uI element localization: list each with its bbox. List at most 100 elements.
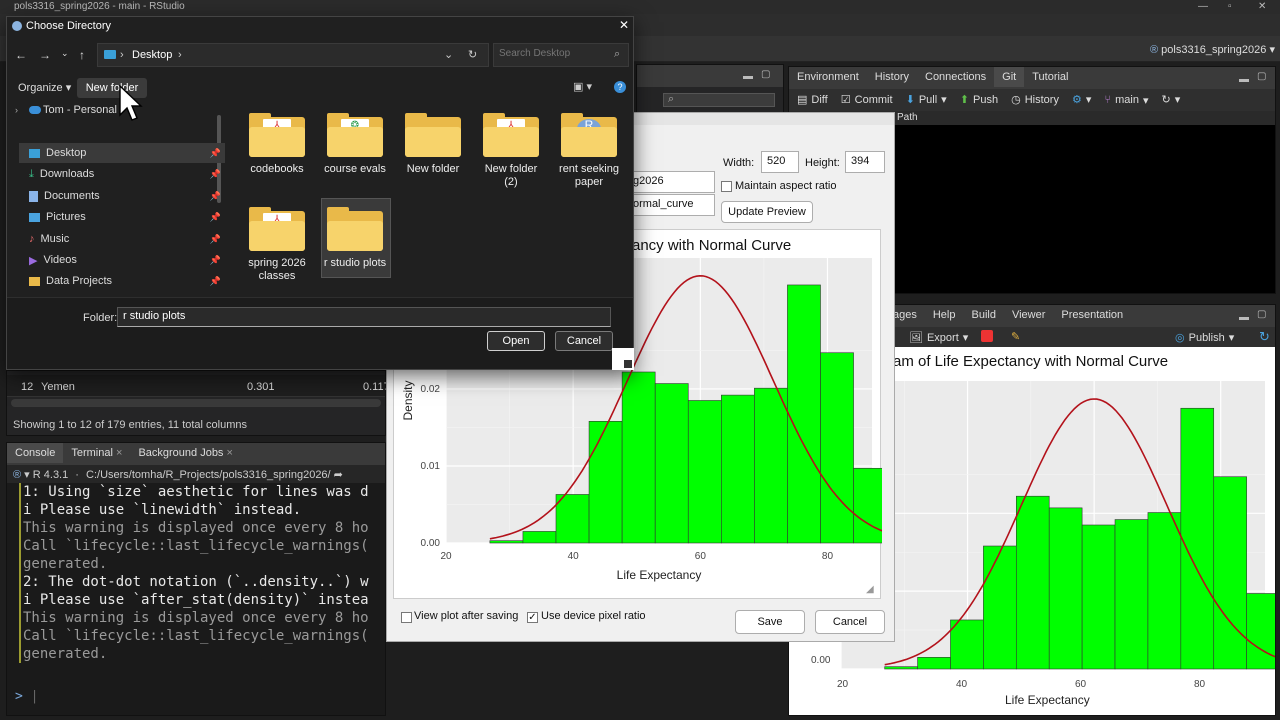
commit-button[interactable]: ☑ Commit — [841, 93, 893, 107]
working-directory[interactable]: C:/Users/tomha/R_Projects/pols3316_sprin… — [86, 469, 331, 481]
clock-icon: ◷ — [1011, 94, 1021, 106]
path-column-header: Path — [897, 112, 918, 123]
tab-help[interactable]: Help — [925, 305, 964, 325]
tab-history[interactable]: History — [867, 67, 917, 87]
tab-viewer[interactable]: Viewer — [1004, 305, 1053, 325]
push-button[interactable]: ⬆ Push — [960, 93, 998, 107]
expand-chevron-icon[interactable]: › — [15, 105, 18, 115]
history-button[interactable]: ◷ History — [1011, 93, 1059, 107]
folder-item-selected[interactable]: r studio plots — [323, 207, 387, 270]
folder-input[interactable]: r studio plots — [117, 307, 611, 327]
histogram-bar — [1213, 476, 1247, 670]
update-preview-button[interactable]: Update Preview — [721, 201, 813, 223]
tab-background-jobs[interactable]: Background Jobs × — [130, 443, 241, 463]
tab-terminal[interactable]: Terminal × — [63, 443, 130, 463]
minimize-icon[interactable]: ▬ — [1239, 312, 1249, 323]
tab-connections[interactable]: Connections — [917, 67, 994, 87]
filename-field[interactable]: ormal_curve — [627, 194, 715, 216]
project-menu[interactable]: ® pols3316_spring2026 ▾ — [1150, 43, 1275, 56]
minimize-icon[interactable]: — — [1198, 1, 1208, 12]
minimize-icon[interactable]: ▬ — [1239, 74, 1249, 85]
view-after-saving-label: View plot after saving — [414, 610, 519, 622]
x-axis-label: Life Expectancy — [1005, 693, 1090, 707]
histogram-bar — [721, 394, 755, 544]
maximize-icon[interactable]: ▫ — [1228, 1, 1232, 12]
search-input[interactable]: ⌕ — [663, 93, 775, 107]
sidebar-item-documents[interactable]: Documents 📌 — [19, 186, 225, 206]
close-icon[interactable]: × — [116, 447, 122, 459]
maintain-aspect-checkbox[interactable] — [721, 181, 732, 192]
histogram-bar — [884, 666, 918, 670]
maximize-icon[interactable]: ▢ — [761, 69, 770, 80]
tab-build[interactable]: Build — [963, 305, 1003, 325]
back-arrow-icon[interactable]: ← — [15, 48, 27, 62]
folder-item[interactable]: ⅄ codebooks — [245, 113, 309, 176]
view-after-saving-checkbox[interactable] — [401, 612, 412, 623]
export-menu[interactable]: 🖼 Export ▾ — [909, 331, 968, 345]
breadcrumb-desktop[interactable]: Desktop — [132, 49, 172, 61]
up-arrow-icon[interactable]: ↑ — [79, 48, 85, 62]
maximize-icon[interactable]: ▢ — [1257, 309, 1266, 320]
x-tick-label: 80 — [822, 551, 834, 562]
address-bar[interactable]: › Desktop › ⌄ ↻ — [97, 43, 489, 67]
cancel-button[interactable]: Cancel — [555, 331, 613, 351]
close-icon[interactable]: × — [227, 447, 233, 459]
cancel-button[interactable]: Cancel — [815, 610, 885, 634]
tab-presentation[interactable]: Presentation — [1053, 305, 1131, 325]
refresh-icon[interactable]: ↻ — [468, 48, 477, 61]
tab-console[interactable]: Console — [7, 443, 64, 463]
folder-item[interactable]: New folder — [401, 113, 465, 176]
search-input[interactable] — [499, 48, 609, 59]
table-row[interactable]: 12 Yemen 0.301 0.117 — [7, 375, 390, 397]
sidebar-item-pictures[interactable]: Pictures 📌 — [19, 207, 225, 227]
refresh-icon: ↻ — [1161, 94, 1171, 106]
console-prompt[interactable]: > | — [15, 689, 38, 704]
folder-item[interactable]: R rent seeking paper — [557, 113, 621, 189]
publish-menu[interactable]: ◎ Publish ▾ — [1175, 331, 1234, 345]
tab-git[interactable]: Git — [994, 67, 1025, 87]
directory-field[interactable]: g2026 — [627, 171, 715, 193]
pull-button[interactable]: ⬇ Pull ▾ — [906, 93, 947, 107]
height-input[interactable]: 394 — [845, 151, 885, 173]
refresh-button[interactable]: ↻ ▾ — [1162, 93, 1181, 106]
save-button[interactable]: Save — [735, 610, 805, 634]
sidebar-item-downloads[interactable]: ⤓ Downloads 📌 — [19, 164, 225, 184]
device-pixel-ratio-checkbox[interactable]: ✓ — [527, 612, 538, 623]
onedrive-personal[interactable]: Tom - Personal — [43, 104, 117, 116]
delete-plot-icon[interactable] — [981, 330, 993, 342]
resize-grip-icon[interactable]: ◢ — [866, 584, 874, 595]
branch-menu[interactable]: ⑂ main ▾ — [1105, 94, 1149, 107]
close-icon[interactable]: ✕ — [1258, 1, 1266, 12]
help-icon[interactable]: ? — [614, 81, 626, 93]
refresh-icon[interactable]: ↻ — [1259, 329, 1270, 345]
broom-icon[interactable]: ✎ — [1011, 330, 1020, 343]
open-button[interactable]: Open — [487, 331, 545, 351]
diff-button[interactable]: ▤ Diff — [797, 93, 828, 107]
folder-item[interactable]: ⅄ spring 2026 classes — [245, 207, 309, 283]
close-icon[interactable]: ✕ — [619, 18, 629, 32]
maximize-icon[interactable]: ▢ — [1257, 71, 1266, 82]
tab-environment[interactable]: Environment — [789, 67, 867, 87]
horizontal-scrollbar[interactable] — [11, 399, 381, 407]
breadcrumb-separator-icon: › — [178, 49, 182, 61]
x-tick-label: 20 — [440, 551, 452, 562]
goto-directory-icon[interactable]: ➦ — [334, 469, 343, 481]
histogram-bar — [853, 467, 882, 544]
sidebar-item-videos[interactable]: ▶ Videos 📌 — [19, 250, 225, 270]
sidebar-item-desktop[interactable]: Desktop 📌 — [19, 143, 225, 163]
gear-menu[interactable]: ⚙ ▾ — [1072, 93, 1091, 106]
folder-item[interactable]: ⅄ New folder (2) — [479, 113, 543, 189]
sidebar-item-data-projects[interactable]: Data Projects 📌 — [19, 271, 225, 291]
recent-locations-icon[interactable]: ⌄ — [61, 48, 69, 59]
organize-menu[interactable]: Organize ▾ — [18, 81, 71, 94]
sidebar-item-music[interactable]: ♪ Music 📌 — [19, 229, 225, 249]
width-input[interactable]: 520 — [761, 151, 799, 173]
tab-tutorial[interactable]: Tutorial — [1024, 67, 1076, 87]
forward-arrow-icon[interactable]: → — [39, 48, 51, 62]
view-options-icon[interactable]: ▣ ▾ — [573, 80, 592, 93]
search-box[interactable]: ⌕ — [493, 43, 629, 67]
histogram-bar — [621, 371, 656, 544]
minimize-icon[interactable]: ▬ — [743, 71, 753, 82]
chevron-down-icon[interactable]: ⌄ — [444, 48, 453, 61]
folder-item[interactable]: ❂ course evals — [323, 113, 387, 176]
